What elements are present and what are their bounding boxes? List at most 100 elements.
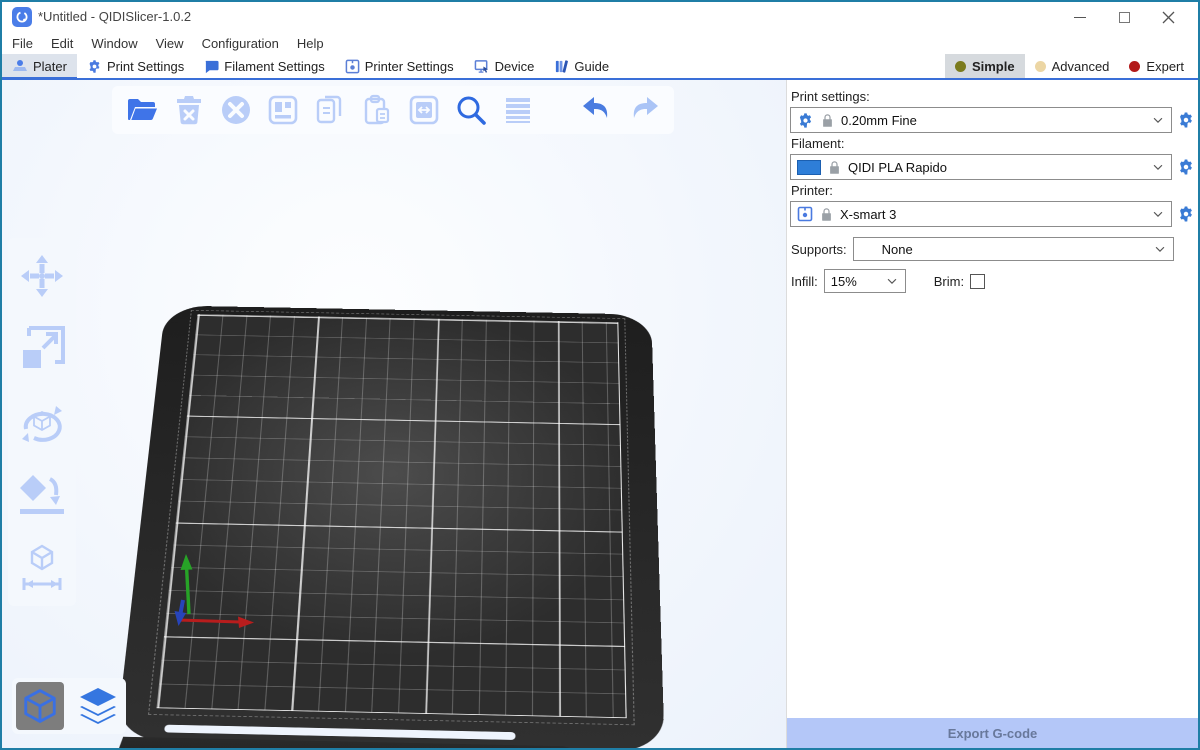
copy-icon	[314, 94, 346, 126]
menu-window[interactable]: Window	[89, 34, 149, 53]
print-settings-combo[interactable]: 0.20mm Fine	[790, 107, 1172, 133]
redo-button[interactable]	[625, 91, 662, 129]
menu-help[interactable]: Help	[295, 34, 336, 53]
mode-switcher: Simple Advanced Expert	[945, 54, 1198, 78]
mode-simple[interactable]: Simple	[945, 54, 1025, 78]
scale-icon	[19, 326, 65, 372]
variable-layer-height-icon	[503, 95, 533, 125]
expert-dot-icon	[1129, 61, 1140, 72]
print-settings-label: Print settings:	[791, 89, 1196, 104]
brim-checkbox[interactable]	[970, 274, 985, 289]
close-button[interactable]	[1146, 2, 1190, 32]
scale-button[interactable]	[16, 323, 68, 375]
editor-view-button[interactable]	[16, 682, 64, 730]
undo-button[interactable]	[578, 91, 615, 129]
tab-guide[interactable]: Guide	[544, 54, 619, 78]
variable-layer-height-button[interactable]	[500, 91, 537, 129]
bed-handle	[102, 736, 638, 748]
printer-icon	[797, 206, 813, 222]
supports-value: None	[860, 242, 1153, 257]
lock-icon	[819, 207, 834, 222]
chevron-down-icon	[1151, 113, 1165, 127]
supports-combo[interactable]: None	[853, 237, 1174, 261]
tab-bar: Plater Print Settings Filament Settings …	[2, 54, 1198, 80]
split-objects-icon	[408, 94, 440, 126]
place-on-face-button[interactable]	[16, 469, 68, 521]
supports-label: Supports:	[791, 242, 847, 257]
menu-file[interactable]: File	[10, 34, 45, 53]
search-button[interactable]	[453, 91, 490, 129]
chevron-down-icon	[1151, 160, 1165, 174]
menu-edit[interactable]: Edit	[49, 34, 85, 53]
menu-bar: File Edit Window View Configuration Help	[2, 32, 1198, 54]
export-gcode-button[interactable]: Export G-code	[787, 718, 1198, 748]
tab-printer-settings[interactable]: Printer Settings	[335, 54, 464, 78]
delete-all-button[interactable]	[218, 91, 255, 129]
mode-expert[interactable]: Expert	[1119, 54, 1194, 78]
gear-icon	[797, 112, 814, 129]
open-file-icon	[125, 95, 159, 125]
delete-all-icon	[220, 94, 252, 126]
axes-indicator	[2, 80, 786, 748]
move-button[interactable]	[16, 250, 68, 302]
plater-toolbar	[112, 86, 674, 134]
chevron-down-icon	[1153, 242, 1167, 256]
edit-print-settings-button[interactable]	[1176, 111, 1196, 129]
paste-button[interactable]	[359, 91, 396, 129]
brim-label: Brim:	[934, 274, 964, 289]
editor-cube-icon	[21, 687, 59, 725]
delete-button[interactable]	[171, 91, 208, 129]
lock-icon	[820, 113, 835, 128]
minimize-icon	[1074, 17, 1086, 18]
gear-icon	[1177, 205, 1195, 223]
preview-layers-icon	[76, 684, 120, 728]
close-icon	[1162, 11, 1175, 24]
printer-label: Printer:	[791, 183, 1196, 198]
rotate-button[interactable]	[16, 396, 68, 448]
mode-advanced[interactable]: Advanced	[1025, 54, 1120, 78]
tab-filament-settings[interactable]: Filament Settings	[194, 54, 334, 78]
device-icon	[474, 59, 490, 74]
open-file-button[interactable]	[124, 91, 161, 129]
minimize-button[interactable]	[1058, 2, 1102, 32]
plater-3d-viewport[interactable]	[2, 80, 786, 748]
app-logo-icon	[12, 7, 32, 27]
split-objects-button[interactable]	[406, 91, 443, 129]
chevron-down-icon	[1151, 207, 1165, 221]
filament-settings-icon	[204, 59, 219, 74]
infill-label: Infill:	[791, 274, 818, 289]
filament-value: QIDI PLA Rapido	[848, 160, 1145, 175]
filament-combo[interactable]: QIDI PLA Rapido	[790, 154, 1172, 180]
title-bar: *Untitled - QIDISlicer-1.0.2	[2, 2, 1198, 32]
arrange-button[interactable]	[265, 91, 302, 129]
infill-combo[interactable]: 15%	[824, 269, 906, 293]
window-title: *Untitled - QIDISlicer-1.0.2	[38, 9, 191, 24]
tab-plater[interactable]: Plater	[2, 54, 77, 78]
search-icon	[455, 94, 487, 126]
printer-value: X-smart 3	[840, 207, 1145, 222]
print-settings-icon	[87, 59, 102, 74]
edit-filament-button[interactable]	[1176, 158, 1196, 176]
copy-button[interactable]	[312, 91, 349, 129]
menu-view[interactable]: View	[154, 34, 196, 53]
filament-label: Filament:	[791, 136, 1196, 151]
maximize-icon	[1119, 12, 1130, 23]
lock-icon	[827, 160, 842, 175]
edit-printer-button[interactable]	[1176, 205, 1196, 223]
maximize-button[interactable]	[1102, 2, 1146, 32]
menu-configuration[interactable]: Configuration	[200, 34, 291, 53]
preview-view-button[interactable]	[74, 682, 122, 730]
bed-handle-slot	[164, 725, 515, 740]
gear-icon	[1177, 158, 1195, 176]
print-settings-value: 0.20mm Fine	[841, 113, 1145, 128]
measure-icon	[18, 544, 66, 592]
tab-device[interactable]: Device	[464, 54, 545, 78]
printer-combo[interactable]: X-smart 3	[790, 201, 1172, 227]
place-on-face-icon	[18, 471, 66, 519]
undo-icon	[580, 95, 614, 125]
measure-button[interactable]	[16, 542, 68, 594]
filament-color-swatch	[797, 160, 821, 175]
app-window: *Untitled - QIDISlicer-1.0.2 File Edit W…	[0, 0, 1200, 750]
tab-print-settings[interactable]: Print Settings	[77, 54, 194, 78]
build-area-outline	[148, 310, 635, 725]
